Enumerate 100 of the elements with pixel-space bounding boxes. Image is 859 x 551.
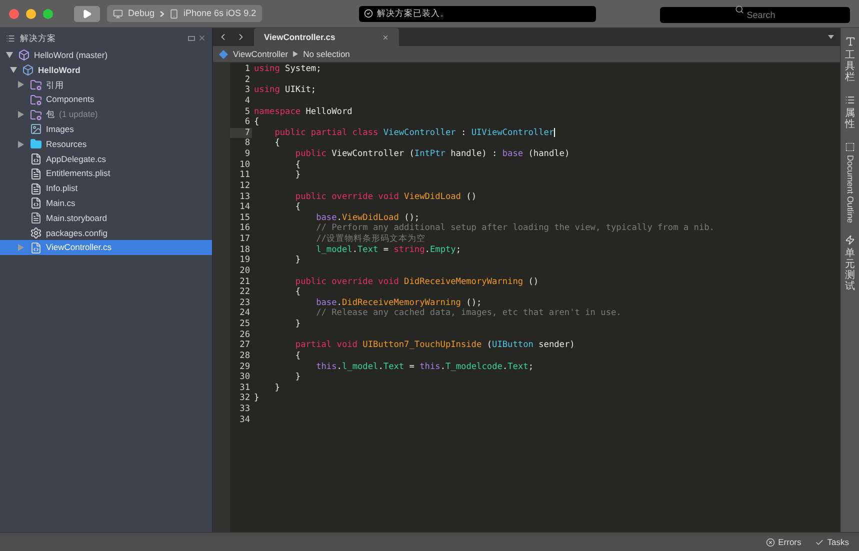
code-line: { <box>274 138 280 149</box>
tree-item[interactable]: HelloWord (master) <box>0 48 212 63</box>
tree-item[interactable]: ViewController.cs <box>0 240 212 256</box>
side-pad-tab[interactable]: 属性 <box>845 95 855 130</box>
line-number: 25 <box>238 319 251 330</box>
chevron-icon <box>160 10 164 16</box>
line-number: 28 <box>238 350 251 362</box>
breadcrumb-item[interactable]: No selection <box>303 48 350 60</box>
zoom-window-button[interactable] <box>43 8 53 18</box>
tree-item-label: Main.storyboard <box>46 212 107 225</box>
tree-item-label: Entitlements.plist <box>46 167 110 180</box>
tree-item-label: Components <box>46 93 94 106</box>
monitor-icon <box>113 8 123 18</box>
tree-item[interactable]: packages.config <box>0 226 212 240</box>
config-label: Debug <box>128 6 155 20</box>
code-line: { <box>294 350 301 362</box>
line-number: 17 <box>238 234 251 245</box>
line-number: 33 <box>238 404 251 415</box>
code-line: partial void UIButton7_TouchUpInside (UIButton sender) <box>294 340 575 351</box>
run-button[interactable] <box>74 6 100 22</box>
side-pad-tab[interactable]: Document Outline <box>844 142 856 224</box>
tree-item[interactable]: Resources <box>0 136 212 152</box>
error-icon <box>766 538 776 546</box>
code-line: namespace HelloWord <box>253 106 352 118</box>
code-file-icon <box>30 242 42 254</box>
code-line: { <box>294 160 301 170</box>
code-line: } <box>294 372 301 383</box>
tree-item[interactable]: Main.cs <box>0 196 212 211</box>
line-number: 10 <box>238 160 251 170</box>
breadcrumb-item[interactable]: ViewController <box>233 48 288 60</box>
folder-icon <box>30 78 42 91</box>
code-line: //设置物料条形码文本为空 <box>315 234 426 245</box>
line-number: 5 <box>244 106 251 118</box>
config-file-icon <box>30 226 42 239</box>
code-line: public ViewController (IntPtr handle) : base (handle) <box>294 149 570 160</box>
line-number: 3 <box>244 85 251 96</box>
collapsed-arrow-icon[interactable] <box>18 140 24 148</box>
expanded-arrow-icon[interactable] <box>6 52 12 58</box>
status-bar-button[interactable]: Errors <box>766 536 802 548</box>
line-number: 30 <box>238 372 251 383</box>
line-number: 11 <box>238 170 251 181</box>
code-line: } <box>294 319 301 330</box>
line-number: 19 <box>238 255 251 266</box>
tree-item[interactable]: 引用 <box>0 78 212 92</box>
file-icon <box>30 168 42 180</box>
tab-list-dropdown-icon[interactable] <box>828 35 834 39</box>
tree-item-label: packages.config <box>46 226 108 240</box>
file-icon <box>30 182 42 195</box>
close-window-button[interactable] <box>9 8 19 18</box>
text-cursor <box>554 128 556 137</box>
code-file-icon <box>30 152 42 165</box>
tree-item-label: Main.cs <box>46 196 76 210</box>
tree-item[interactable]: Main.storyboard <box>0 210 212 226</box>
check-icon <box>815 538 824 546</box>
status-text: 解决方案已装入。 <box>377 7 450 20</box>
tree-item-label: AppDelegate.cs <box>46 152 106 166</box>
tree-item[interactable]: Components <box>0 92 212 108</box>
status-bar-button[interactable]: Tasks <box>815 536 849 548</box>
tree-item-label: 包 <box>46 108 55 121</box>
class-icon <box>219 50 228 58</box>
outline-icon <box>845 142 855 152</box>
tree-item[interactable]: Info.plist <box>0 181 212 196</box>
folder-icon <box>30 108 42 121</box>
search-field[interactable]: Search <box>660 6 850 22</box>
tree-item[interactable]: 包 (1 update) <box>0 107 212 122</box>
tree-item[interactable]: HelloWord <box>0 62 212 78</box>
editor-tab[interactable]: ViewController.cs <box>254 28 399 46</box>
project-icon <box>22 64 34 76</box>
code-line: // Release any cached data, images, etc that aren't in use. <box>315 308 622 319</box>
code-line: public partial class ViewController : UIViewController <box>274 128 556 138</box>
minimize-window-button[interactable] <box>26 8 36 18</box>
code-line: } <box>253 393 260 404</box>
line-number: 26 <box>238 330 251 340</box>
close-icon[interactable] <box>198 34 206 42</box>
code-line: { <box>294 202 301 213</box>
tree-item[interactable]: AppDelegate.cs <box>0 152 212 166</box>
tree-item-label: HelloWord <box>38 64 80 77</box>
expanded-arrow-icon[interactable] <box>10 67 16 74</box>
tree-item[interactable]: Images <box>0 122 212 137</box>
code-line: // Perform any additional setup after loading the view, typically from a nib. <box>315 223 714 234</box>
pad-title: 解决方案 <box>20 32 56 44</box>
text-icon <box>844 36 856 47</box>
dock-button[interactable] <box>188 36 195 40</box>
check-icon <box>364 9 374 18</box>
line-number: 24 <box>238 308 251 319</box>
line-number: 8 <box>244 138 251 149</box>
folder-icon <box>30 123 42 136</box>
collapsed-arrow-icon[interactable] <box>18 81 24 88</box>
side-pad-tab[interactable]: 单元测试 <box>845 235 855 292</box>
solution-icon <box>18 49 30 62</box>
tree-item[interactable]: Entitlements.plist <box>0 166 212 182</box>
phone-icon <box>168 8 179 18</box>
line-number: 13 <box>238 192 251 202</box>
line-number: 20 <box>238 266 251 276</box>
side-pad-tab[interactable]: 工具栏 <box>844 36 856 83</box>
line-number: 15 <box>238 212 251 224</box>
line-number: 29 <box>238 362 251 372</box>
close-tab-icon[interactable] <box>382 34 389 40</box>
code-line: using UIKit; <box>253 85 316 96</box>
collapsed-arrow-icon[interactable] <box>18 111 24 118</box>
